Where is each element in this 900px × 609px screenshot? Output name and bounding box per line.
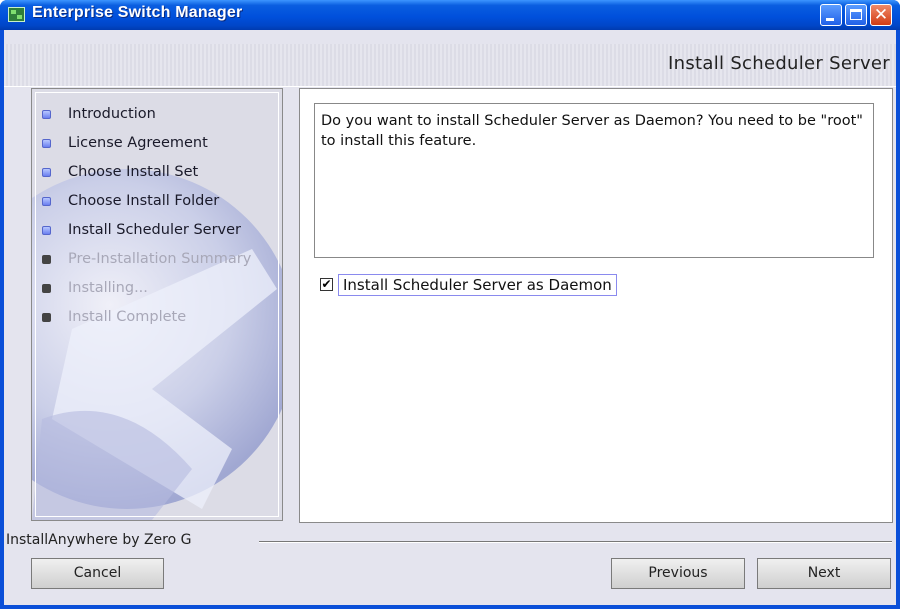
close-button[interactable]: ✕: [870, 4, 892, 26]
next-button[interactable]: Next: [757, 558, 891, 589]
step-label: Install Scheduler Server: [68, 222, 242, 238]
close-icon: ✕: [873, 5, 889, 25]
step-label: License Agreement: [68, 135, 208, 151]
step-label: Install Complete: [68, 309, 187, 325]
title-bar[interactable]: Enterprise Switch Manager ✕: [0, 0, 900, 30]
window-content: Install Scheduler Server Introduction Li…: [4, 30, 896, 605]
footer-divider-highlight: [259, 542, 892, 543]
step-bullet-icon: [42, 110, 51, 119]
header-divider: [4, 86, 896, 87]
maximize-button[interactable]: [845, 4, 867, 26]
page-title: Install Scheduler Server: [668, 53, 890, 74]
step-label: Introduction: [68, 106, 156, 122]
cancel-button[interactable]: Cancel: [31, 558, 164, 589]
installer-window: Enterprise Switch Manager ✕ Install Sche…: [0, 0, 900, 609]
step-bullet-icon: [42, 139, 51, 148]
daemon-checkbox-label[interactable]: Install Scheduler Server as Daemon: [338, 274, 617, 296]
window-title: Enterprise Switch Manager: [32, 4, 243, 21]
step-label: Choose Install Folder: [68, 193, 220, 209]
step-label: Pre-Installation Summary: [68, 251, 252, 267]
app-icon: [8, 7, 25, 22]
main-panel: Do you want to install Scheduler Server …: [299, 88, 893, 523]
panel-inner-frame: [35, 92, 279, 517]
step-bullet-icon: [42, 255, 51, 264]
step-bullet-icon: [42, 226, 51, 235]
step-bullet-icon: [42, 284, 51, 293]
daemon-checkbox[interactable]: ✔: [320, 278, 333, 291]
step-bullet-icon: [42, 197, 51, 206]
minimize-icon: [826, 18, 834, 21]
vendor-label: InstallAnywhere by Zero G: [6, 532, 192, 548]
maximize-icon: [850, 9, 862, 20]
minimize-button[interactable]: [820, 4, 842, 26]
step-label: Installing...: [68, 280, 148, 296]
step-bullet-icon: [42, 313, 51, 322]
step-label: Choose Install Set: [68, 164, 199, 180]
previous-button[interactable]: Previous: [611, 558, 745, 589]
step-bullet-icon: [42, 168, 51, 177]
steps-panel: Introduction License Agreement Choose In…: [31, 88, 283, 521]
message-text-area[interactable]: Do you want to install Scheduler Server …: [314, 103, 874, 258]
